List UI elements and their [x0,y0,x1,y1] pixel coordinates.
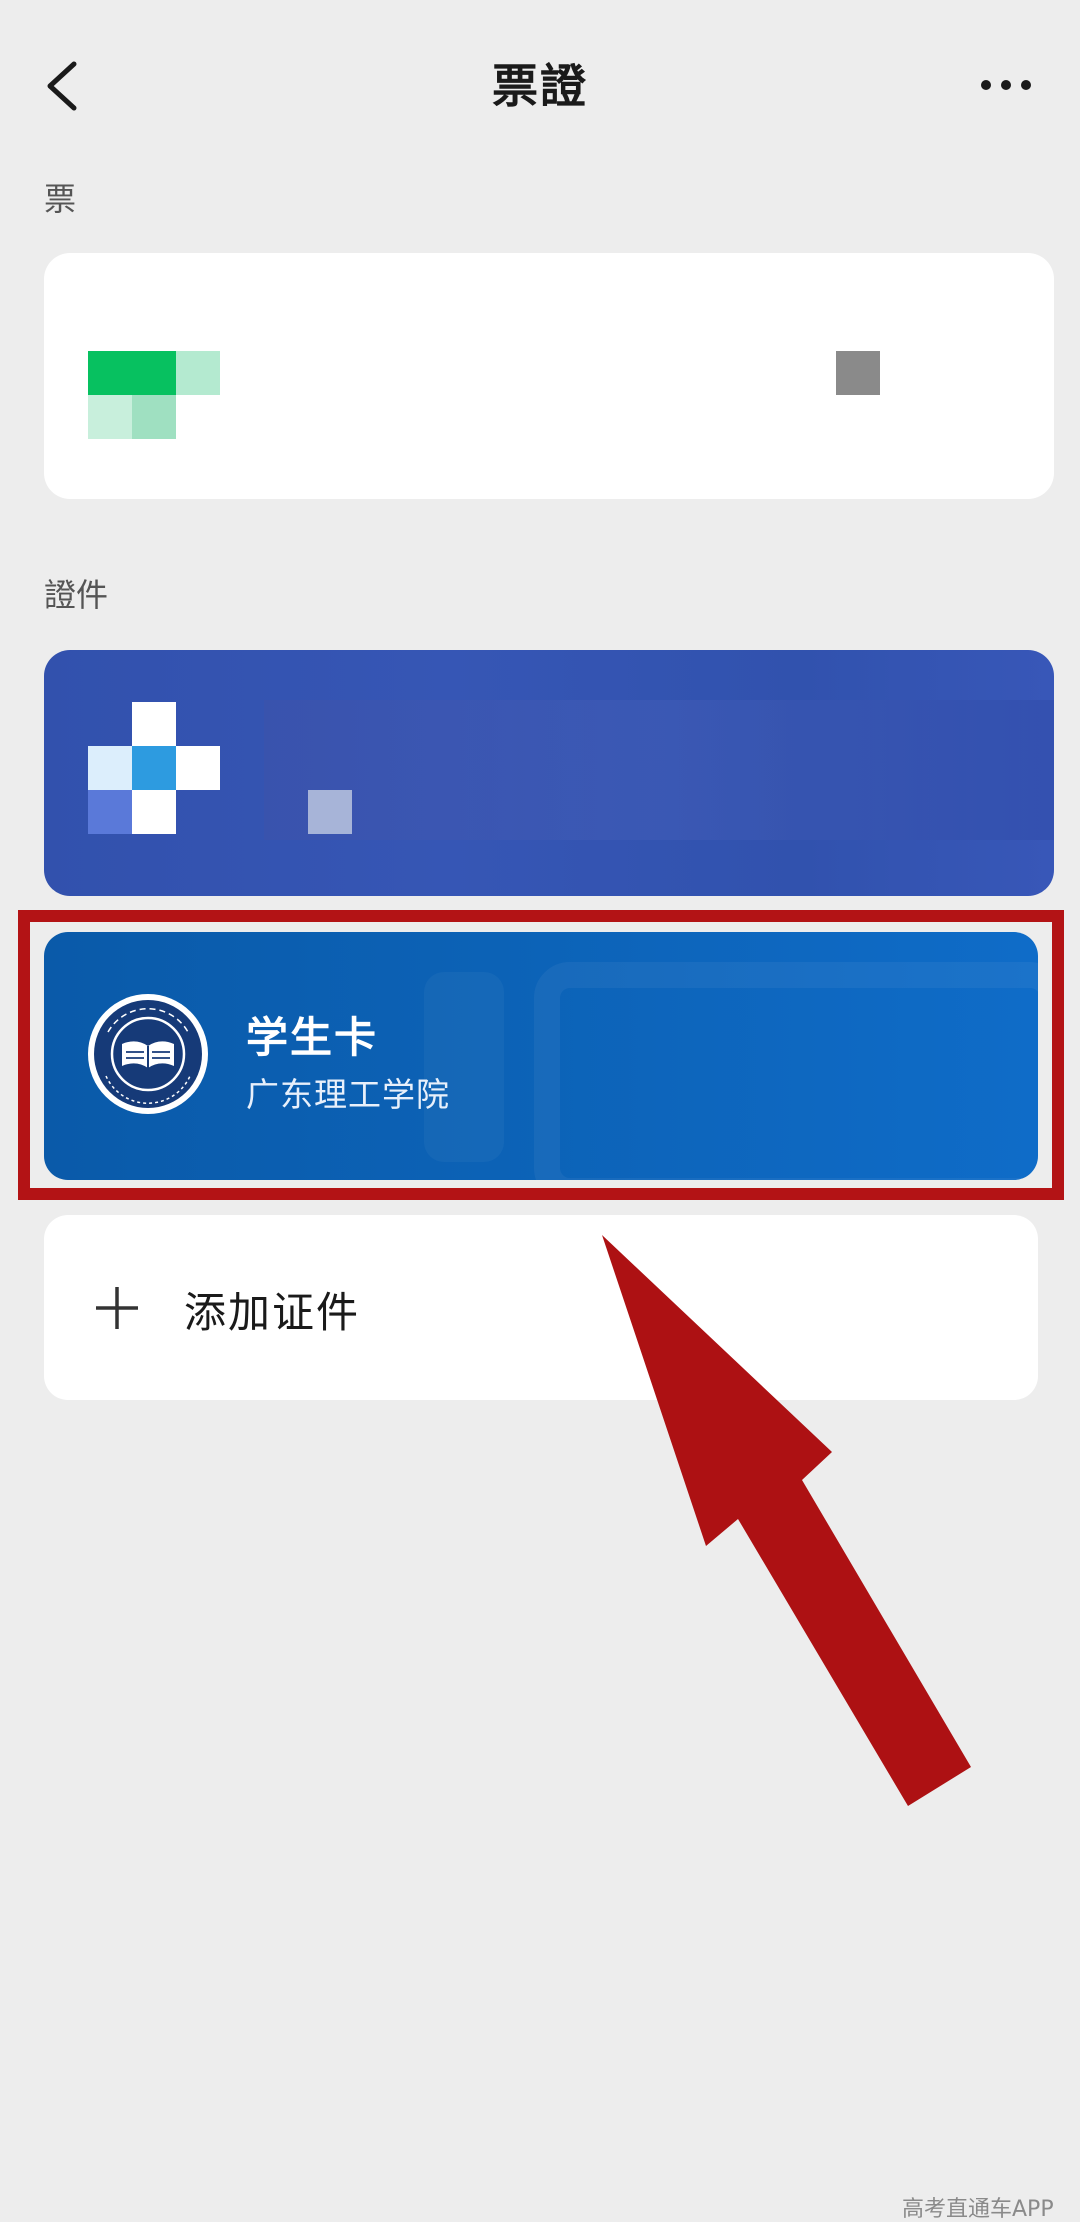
pixelated-ticket-icon [88,351,220,439]
section-label-tickets: 票 [44,180,77,218]
section-label-certificates: 證件 [44,576,109,614]
pixelated-ticket-badge [836,351,880,395]
pixelated-certificate-mark [308,790,352,834]
add-certificate-label: 添加证件 [184,1288,361,1337]
certificate-card-blurred[interactable] [44,650,1054,896]
page-title: 票證 [492,59,588,113]
plus-icon [96,1287,138,1329]
watermark: 高考直通车APP [902,2197,1054,2222]
ticket-card[interactable] [44,253,1054,499]
more-button[interactable] [976,70,1036,100]
blurred-card-content [264,700,1054,840]
highlight-box [18,910,1064,1200]
add-certificate-button[interactable]: 添加证件 [44,1215,1038,1400]
top-nav-bar: 票證 [0,0,1080,170]
pixelated-certificate-icon [88,702,220,834]
more-dots-icon [981,80,1031,90]
